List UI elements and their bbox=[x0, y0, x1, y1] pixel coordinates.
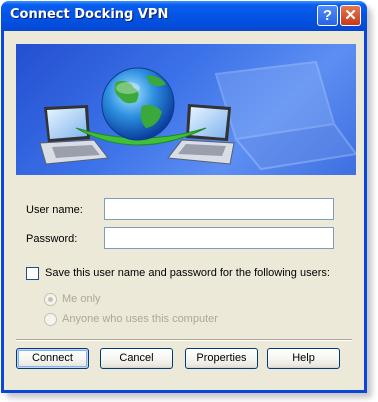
title-bar[interactable]: Connect Docking VPN ? ✕ bbox=[1, 1, 367, 31]
dialog-client: User name: Password: Save this user name… bbox=[4, 31, 364, 390]
help-button[interactable]: Help bbox=[267, 348, 340, 369]
save-credentials-label[interactable]: Save this user name and password for the… bbox=[45, 267, 330, 279]
connect-button[interactable]: Connect bbox=[16, 348, 89, 369]
dialog-window: Connect Docking VPN ? ✕ User name: Passw… bbox=[1, 1, 367, 393]
radio-me-only[interactable] bbox=[44, 293, 57, 306]
cancel-button[interactable]: Cancel bbox=[100, 348, 173, 369]
banner-image bbox=[16, 44, 356, 175]
help-title-button[interactable]: ? bbox=[317, 5, 338, 26]
close-button[interactable]: ✕ bbox=[340, 5, 361, 26]
radio-me-only-label[interactable]: Me only bbox=[62, 293, 101, 305]
network-globe-icon bbox=[39, 60, 356, 171]
save-credentials-checkbox[interactable] bbox=[26, 267, 39, 280]
separator bbox=[16, 339, 352, 341]
properties-button[interactable]: Properties bbox=[185, 348, 258, 369]
radio-anyone[interactable] bbox=[44, 313, 57, 326]
radio-anyone-label[interactable]: Anyone who uses this computer bbox=[62, 313, 218, 325]
username-field[interactable] bbox=[104, 198, 334, 220]
username-label: User name: bbox=[26, 204, 83, 216]
password-label: Password: bbox=[26, 233, 78, 245]
radio-selected-dot bbox=[48, 297, 53, 302]
window-title: Connect Docking VPN bbox=[10, 7, 169, 22]
password-field[interactable] bbox=[104, 227, 334, 249]
